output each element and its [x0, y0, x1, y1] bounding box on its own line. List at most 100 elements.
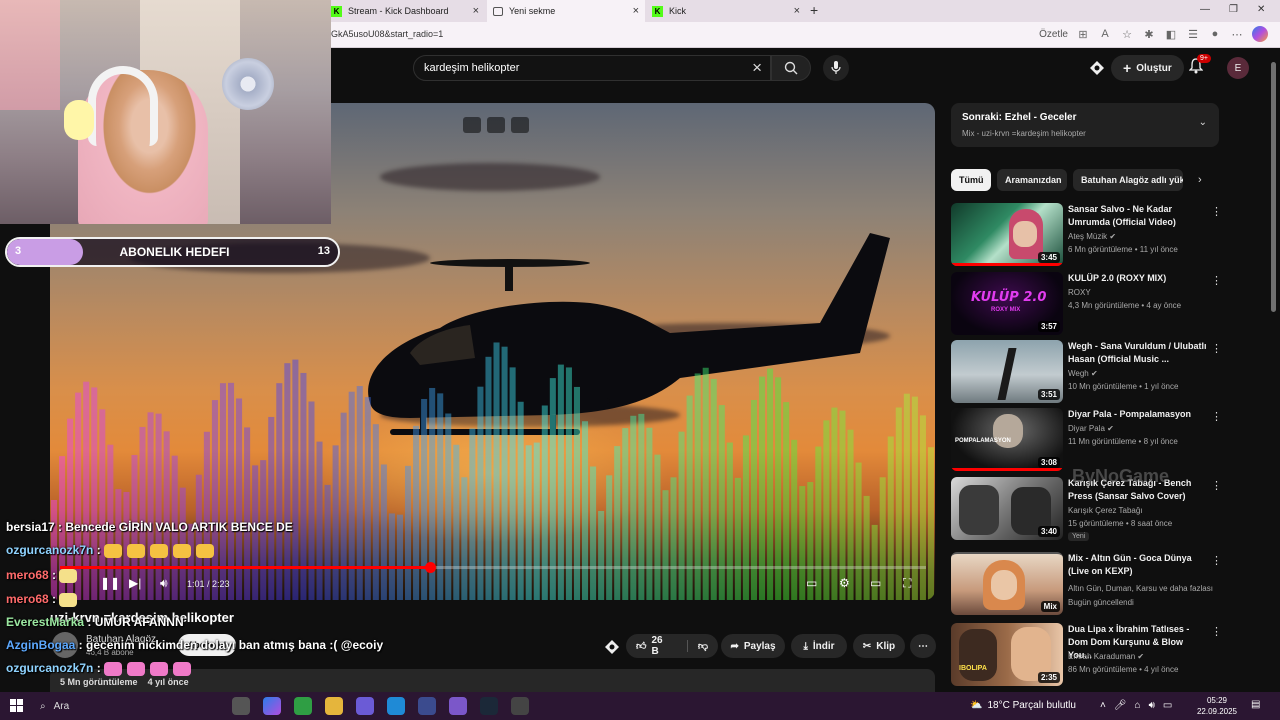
file-explorer-icon[interactable] [325, 697, 343, 715]
recommended-video[interactable]: POMPALAMASYON 3:08 Diyar Pala - Pompalam… [951, 408, 1222, 472]
next-button[interactable]: ▶| [129, 576, 141, 590]
copilot-app-icon[interactable] [263, 697, 281, 715]
recommended-video[interactable]: KULÜP 2.0 ROXY MIX 3:57 KULÜP 2.0 (ROXY … [951, 272, 1222, 336]
recommended-video[interactable]: 3:45 Sansar Salvo - Ne Kadar Umrumda (Of… [951, 203, 1222, 267]
favorites-icon[interactable]: ☰ [1186, 27, 1200, 41]
volume-icon[interactable]: 🔊︎ [1149, 700, 1155, 711]
download-button[interactable]: ⤓ İndir [791, 634, 847, 658]
clip-button[interactable]: ✂ Klip [853, 634, 905, 658]
chevron-down-icon[interactable]: ⌄ [1199, 117, 1207, 128]
more-options-icon[interactable]: ⋮ [1211, 479, 1222, 492]
close-tab-icon[interactable]: × [473, 5, 479, 17]
chrome-icon[interactable] [294, 697, 312, 715]
store-icon[interactable] [356, 697, 374, 715]
more-actions-button[interactable]: ⋯ [910, 634, 936, 658]
recommended-video[interactable]: IBOLIPA 2:35 Dua Lipa x İbrahim Tatlıses… [951, 623, 1222, 687]
account-avatar[interactable]: E [1227, 57, 1249, 79]
split-screen-icon[interactable]: ◧ [1164, 27, 1178, 41]
video-thumbnail[interactable]: 3:51 [951, 340, 1063, 403]
chip-channel[interactable]: Batuhan Alagöz adlı yük [1073, 169, 1183, 191]
chevron-right-icon[interactable]: › [1198, 174, 1202, 186]
cast-icon[interactable] [511, 117, 529, 133]
thumbs-down-icon[interactable]: 👎︎ [686, 640, 708, 652]
miniplayer-icon[interactable] [463, 117, 481, 133]
more-options-icon[interactable]: ⋮ [1211, 625, 1222, 638]
more-options-icon[interactable]: ⋮ [1211, 205, 1222, 218]
extensions-icon[interactable]: ✱ [1142, 27, 1156, 41]
close-tab-icon[interactable]: × [633, 5, 639, 17]
close-window-icon[interactable]: ✕ [1257, 4, 1265, 15]
weather-widget[interactable]: ⛅ 18°C Parçalı bulutlu [970, 700, 1076, 711]
steam-icon[interactable] [480, 697, 498, 715]
studio-icon[interactable] [604, 639, 620, 655]
chevron-up-icon[interactable]: ˄ [1100, 700, 1106, 711]
recommended-video[interactable]: 3:51 Wegh - Sana Vuruldum / Ulubatlı Has… [951, 340, 1222, 404]
create-button[interactable]: + Oluştur [1111, 55, 1184, 81]
favorite-star-icon[interactable]: ☆ [1120, 27, 1134, 41]
scrollbar-thumb[interactable] [1271, 62, 1276, 312]
more-icon[interactable]: ⋯ [1230, 27, 1244, 41]
restore-icon[interactable]: ❐ [1229, 4, 1238, 15]
chip-all[interactable]: Tümü [951, 169, 991, 191]
new-tab-button[interactable]: + [810, 2, 818, 18]
search-button[interactable] [771, 55, 811, 81]
app-icon[interactable] [511, 697, 529, 715]
obs-icon[interactable] [449, 697, 467, 715]
apps-icon[interactable]: ⊞ [1076, 27, 1090, 41]
taskbar-search[interactable]: ⌕ Ara [32, 696, 222, 716]
more-options-icon[interactable]: ⋮ [1211, 342, 1222, 355]
copilot-icon[interactable] [1252, 26, 1268, 42]
edge-icon[interactable] [387, 697, 405, 715]
url-field[interactable]: GkA5usoU08&start_radio=1 [331, 29, 443, 39]
video-title[interactable]: KULÜP 2.0 (ROXY MIX) [1068, 272, 1208, 285]
video-title[interactable]: Diyar Pala - Pompalamasyon [1068, 408, 1208, 421]
start-menu-icon[interactable] [10, 699, 23, 712]
tab-kick[interactable]: K Kick × [646, 0, 806, 22]
spectrum-bar [163, 431, 170, 600]
more-options-icon[interactable]: ⋮ [1211, 274, 1222, 287]
video-thumbnail[interactable]: Mix [951, 552, 1063, 615]
network-icon[interactable]: ⌂ [1135, 700, 1141, 711]
profile-icon[interactable]: ● [1208, 27, 1222, 41]
summarize-label[interactable]: Özetle [1039, 29, 1068, 40]
fullscreen-icon[interactable]: ⛶ [903, 576, 911, 591]
search-input[interactable]: kardeşim helikopter × [413, 55, 771, 81]
up-next-panel[interactable]: Sonraki: Ezhel - Geceler Mix - uzi-krvn … [951, 103, 1219, 147]
picture-in-picture-icon[interactable] [487, 117, 505, 133]
settings-gear-icon[interactable]: ⚙ [839, 576, 850, 590]
share-button[interactable]: ➦ Paylaş [721, 634, 785, 658]
more-options-icon[interactable]: ⋮ [1211, 410, 1222, 423]
video-title[interactable]: Mix - Altın Gün - Goca Dünya (Live on KE… [1068, 552, 1208, 578]
like-button[interactable]: 👍︎ 26 B 👎︎ [626, 634, 718, 658]
video-title[interactable]: Sansar Salvo - Ne Kadar Umrumda (Officia… [1068, 203, 1208, 229]
voice-search-button[interactable] [823, 55, 849, 81]
tab-new-tab[interactable]: Yeni sekme × [487, 0, 645, 22]
discord-icon[interactable] [418, 697, 436, 715]
close-tab-icon[interactable]: × [794, 5, 800, 17]
battery-icon[interactable]: ▭ [1163, 700, 1172, 711]
subtitles-icon[interactable]: ▭ [806, 576, 817, 590]
theater-mode-icon[interactable]: ▭ [870, 576, 881, 590]
video-thumbnail[interactable]: 3:45 [951, 203, 1063, 266]
video-thumbnail[interactable]: IBOLIPA 2:35 [951, 623, 1063, 686]
chip-from-search[interactable]: Aramanızdan [997, 169, 1067, 191]
weather-text: 18°C Parçalı bulutlu [987, 700, 1076, 711]
taskbar-clock[interactable]: 05:29 22.09.2025 [1196, 695, 1238, 717]
recommended-mix[interactable]: Mix Mix - Altın Gün - Goca Dünya (Live o… [951, 552, 1222, 616]
video-thumbnail[interactable]: POMPALAMASYON 3:08 [951, 408, 1063, 471]
clear-search-icon[interactable]: × [752, 58, 762, 78]
task-view-icon[interactable] [232, 697, 250, 715]
more-options-icon[interactable]: ⋮ [1211, 554, 1222, 567]
pause-button[interactable]: ❚❚ [100, 576, 120, 590]
scrubber-handle[interactable] [424, 562, 436, 573]
notification-center-icon[interactable]: ▤ [1251, 699, 1260, 710]
read-aloud-icon[interactable]: A [1098, 27, 1112, 41]
tab-kick-dashboard[interactable]: K Stream - Kick Dashboard × [325, 0, 485, 22]
video-thumbnail[interactable]: KULÜP 2.0 ROXY MIX 3:57 [951, 272, 1063, 335]
studio-icon[interactable] [1089, 60, 1105, 76]
video-thumbnail[interactable]: 3:40 [951, 477, 1063, 540]
video-title[interactable]: Wegh - Sana Vuruldum / Ulubatlı Hasan (O… [1068, 340, 1208, 366]
microphone-icon[interactable]: 🎤︎ [1114, 700, 1127, 711]
minimize-icon[interactable]: — [1200, 4, 1210, 15]
volume-icon[interactable]: 🔊︎ [160, 576, 168, 591]
